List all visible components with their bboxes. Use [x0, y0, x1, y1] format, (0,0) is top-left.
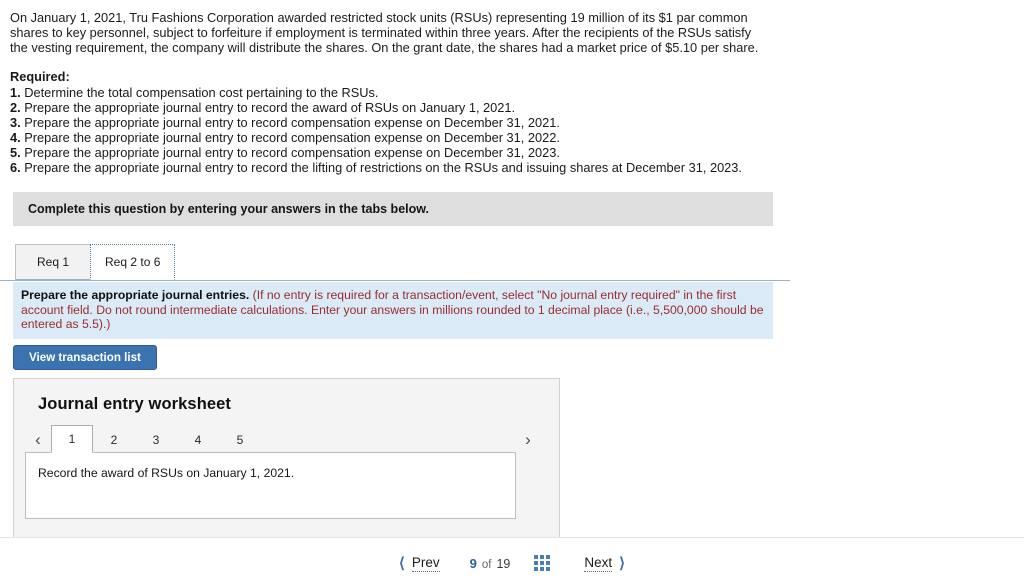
- requirement-text: Prepare the appropriate journal entry to…: [24, 159, 742, 175]
- question-stem: On January 1, 2021, Tru Fashions Corpora…: [10, 10, 759, 56]
- view-transaction-list-button[interactable]: View transaction list: [13, 345, 157, 370]
- chevron-right-icon[interactable]: ›: [515, 426, 541, 453]
- journal-entry-worksheet-panel: Journal entry worksheet ‹ 1 2 3 4 5 › Re…: [13, 378, 560, 538]
- grid-cell: [534, 567, 539, 571]
- bottom-navigation: ⟨ Prev 9 of 19 Next ⟩: [0, 538, 1024, 588]
- requirement-tabs: Req 1 Req 2 to 6: [15, 242, 176, 280]
- complete-question-text: Complete this question by entering your …: [28, 202, 429, 216]
- requirement-item: 1. Determine the total compensation cost…: [10, 85, 780, 100]
- worksheet-page-2[interactable]: 2: [93, 426, 135, 453]
- requirement-text: Prepare the appropriate journal entry to…: [24, 114, 560, 130]
- requirement-item: 3. Prepare the appropriate journal entry…: [10, 115, 780, 130]
- worksheet-page-5[interactable]: 5: [219, 426, 261, 453]
- tab-req-1-label: Req 1: [36, 255, 70, 269]
- chevron-left-icon: ⟨: [399, 555, 405, 572]
- requirement-text: Prepare the appropriate journal entry to…: [24, 144, 560, 160]
- tabs-divider: [0, 280, 790, 281]
- grid-cell: [546, 567, 551, 571]
- worksheet-page-3-label: 3: [152, 432, 160, 447]
- requirement-number: 2.: [10, 99, 21, 115]
- grid-icon[interactable]: [534, 555, 551, 571]
- requirement-text: Prepare the appropriate journal entry to…: [24, 99, 516, 115]
- requirement-number: 1.: [10, 84, 21, 100]
- requirement-text: Determine the total compensation cost pe…: [24, 84, 379, 100]
- requirement-number: 4.: [10, 129, 21, 145]
- view-transaction-list-label: View transaction list: [29, 351, 141, 364]
- worksheet-page-1-label: 1: [68, 432, 76, 446]
- grid-cell: [534, 561, 539, 565]
- chevron-left-icon[interactable]: ‹: [25, 426, 51, 453]
- next-button[interactable]: Next ⟩: [564, 548, 638, 578]
- requirement-number: 5.: [10, 144, 21, 160]
- tab-req-1[interactable]: Req 1: [15, 244, 91, 280]
- page-of-label: of: [481, 558, 492, 571]
- worksheet-page-5-label: 5: [236, 432, 244, 447]
- grid-cell: [546, 561, 551, 565]
- required-block: Required: 1. Determine the total compens…: [10, 69, 780, 175]
- instruction-lead: Prepare the appropriate journal entries.: [21, 288, 250, 302]
- chevron-right-icon: ⟩: [619, 555, 625, 572]
- complete-question-bar: Complete this question by entering your …: [13, 192, 773, 226]
- journal-entry-prompt-box: Record the award of RSUs on January 1, 2…: [25, 452, 516, 519]
- worksheet-page-1[interactable]: 1: [51, 425, 93, 453]
- page-indicator: 9 of 19: [460, 556, 521, 571]
- grid-cell: [540, 567, 545, 571]
- requirement-item: 4. Prepare the appropriate journal entry…: [10, 130, 780, 145]
- tab-req-2-to-6-label: Req 2 to 6: [105, 255, 161, 269]
- requirement-number: 3.: [10, 114, 21, 130]
- page-current: 9: [469, 555, 477, 571]
- page-total: 19: [496, 556, 511, 571]
- question-area: On January 1, 2021, Tru Fashions Corpora…: [0, 0, 1024, 175]
- grid-cell: [546, 555, 551, 559]
- worksheet-page-2-label: 2: [110, 432, 118, 447]
- next-label: Next: [584, 554, 613, 572]
- worksheet-pager: ‹ 1 2 3 4 5 ›: [25, 425, 541, 453]
- grid-cell: [540, 561, 545, 565]
- instruction-panel-text: Prepare the appropriate journal entries.…: [21, 288, 765, 332]
- worksheet-page-4[interactable]: 4: [177, 426, 219, 453]
- journal-entry-prompt-text: Record the award of RSUs on January 1, 2…: [38, 466, 295, 480]
- requirement-item: 2. Prepare the appropriate journal entry…: [10, 100, 780, 115]
- requirement-item: 6. Prepare the appropriate journal entry…: [10, 160, 780, 175]
- grid-cell: [534, 555, 539, 559]
- requirement-text: Prepare the appropriate journal entry to…: [24, 129, 560, 145]
- prev-button[interactable]: ⟨ Prev: [386, 548, 460, 578]
- worksheet-page-4-label: 4: [194, 432, 202, 447]
- instruction-panel: Prepare the appropriate journal entries.…: [13, 282, 773, 339]
- worksheet-page-3[interactable]: 3: [135, 426, 177, 453]
- tab-req-2-to-6[interactable]: Req 2 to 6: [90, 244, 176, 280]
- required-label: Required:: [10, 68, 70, 84]
- prev-label: Prev: [411, 554, 440, 572]
- requirement-item: 5. Prepare the appropriate journal entry…: [10, 145, 780, 160]
- worksheet-title: Journal entry worksheet: [38, 395, 232, 413]
- requirement-number: 6.: [10, 159, 21, 175]
- grid-cell: [540, 555, 545, 559]
